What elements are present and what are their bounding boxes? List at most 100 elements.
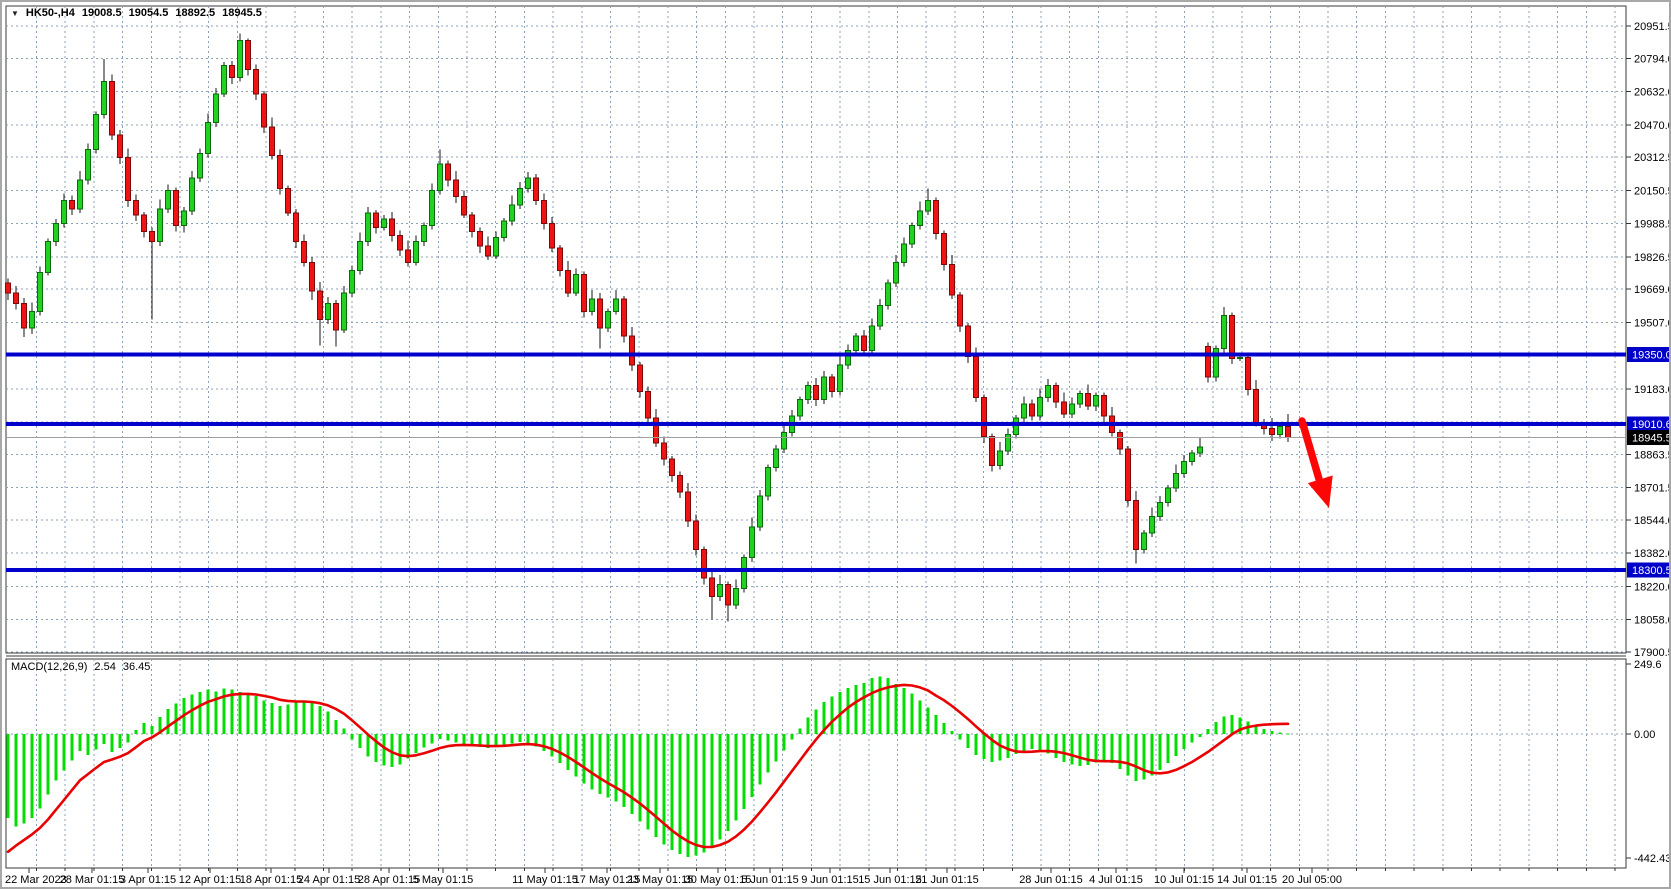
price-tick-label: 19669.0 xyxy=(1634,284,1671,296)
candle-body xyxy=(1102,396,1107,417)
time-tick-label: 28 Jun 01:15 xyxy=(1019,874,1083,886)
time-tick-label: 20 Jul 05:00 xyxy=(1282,874,1342,886)
candle-body xyxy=(1070,404,1075,414)
candle-body xyxy=(174,190,179,225)
candle-body xyxy=(550,223,555,248)
ohlc-high: 19054.5 xyxy=(129,7,169,19)
time-tick-label: 10 Jul 01:15 xyxy=(1154,874,1214,886)
time-tick-label: 12 Apr 01:15 xyxy=(179,874,241,886)
candle-body xyxy=(1254,389,1259,422)
candle-body xyxy=(446,164,451,180)
time-tick-label: 5 May 01:15 xyxy=(413,874,474,886)
price-tick-label: 18382.0 xyxy=(1634,548,1671,560)
candle-body xyxy=(838,365,843,392)
candle-body xyxy=(150,231,155,241)
candle-body xyxy=(678,476,683,492)
candle-body xyxy=(734,588,739,604)
candle-body xyxy=(470,215,475,231)
candle-body xyxy=(902,244,907,262)
price-flag: 18945.5 xyxy=(1627,430,1671,445)
candle-body xyxy=(1006,435,1011,451)
candle-body xyxy=(966,326,971,357)
candle-body xyxy=(886,283,891,306)
candle-body xyxy=(246,41,251,70)
price-tick-label: 18220.0 xyxy=(1634,581,1671,593)
candle-body xyxy=(702,550,707,579)
candle-body xyxy=(358,242,363,271)
candle-body xyxy=(558,248,563,271)
price-tick-label: 19988.5 xyxy=(1634,219,1671,231)
candle-body xyxy=(750,527,755,558)
candle-body xyxy=(662,443,667,459)
candle-body xyxy=(374,213,379,227)
price-tick-label: 20794.0 xyxy=(1634,53,1671,65)
time-tick-label: 9 Jun 01:15 xyxy=(801,874,859,886)
time-tick-label: 3 Apr 01:15 xyxy=(120,874,176,886)
price-tick-label: 17900.5 xyxy=(1634,647,1671,659)
candle-body xyxy=(294,213,299,242)
candle-body xyxy=(398,236,403,250)
time-axis[interactable]: 22 Mar 202328 Mar 01:153 Apr 01:1512 Apr… xyxy=(2,868,1671,889)
candle-body xyxy=(710,578,715,596)
candle-body xyxy=(862,336,867,350)
candle-body xyxy=(38,273,43,312)
candle-body xyxy=(118,135,123,158)
svg-text:18300.5: 18300.5 xyxy=(1632,565,1671,577)
candle-body xyxy=(582,275,587,312)
candle-body xyxy=(230,65,235,77)
candle-body xyxy=(606,312,611,328)
candle-body xyxy=(270,127,275,156)
candlestick-chart-canvas[interactable]: 20951.520794.020632.020470.020312.520150… xyxy=(2,2,1671,889)
candle-body xyxy=(622,299,627,336)
ohlc-close: 18945.5 xyxy=(222,7,262,19)
candle-body xyxy=(262,94,267,127)
candle-body xyxy=(686,492,691,521)
candle-body xyxy=(222,65,227,94)
candle-body xyxy=(110,82,115,135)
time-tick-label: 15 Jun 01:15 xyxy=(858,874,922,886)
candle-body xyxy=(518,188,523,204)
mt4-chart-window: 20951.520794.020632.020470.020312.520150… xyxy=(0,0,1671,889)
candle-body xyxy=(310,262,315,291)
time-tick-label: 28 Mar 01:15 xyxy=(60,874,125,886)
ohlc-open: 19008.5 xyxy=(82,7,122,19)
macd-signal-value: 36.45 xyxy=(123,661,151,673)
candle-body xyxy=(102,82,107,115)
candle-body xyxy=(206,123,211,154)
candle-body xyxy=(806,385,811,399)
candle-body xyxy=(1222,316,1227,349)
macd-axis[interactable]: 249.60.00-442.43 xyxy=(1626,659,1671,868)
chart-expand-icon[interactable]: ▼ xyxy=(11,9,19,18)
candle-body xyxy=(1118,433,1123,449)
candle-body xyxy=(30,312,35,328)
candle-body xyxy=(198,154,203,179)
candle-body xyxy=(334,303,339,330)
candle-body xyxy=(1150,517,1155,533)
macd-tick-label: 249.6 xyxy=(1634,659,1662,671)
time-tick-label: 28 Apr 01:15 xyxy=(358,874,420,886)
candle-body xyxy=(990,437,995,466)
time-tick-label: 21 Jun 01:15 xyxy=(915,874,979,886)
price-flag: 19010.6 xyxy=(1627,417,1671,432)
candle-body xyxy=(950,264,955,295)
candle-body xyxy=(694,521,699,550)
candle-body xyxy=(942,234,947,265)
candle-body xyxy=(670,459,675,475)
time-tick-label: 24 Apr 01:15 xyxy=(298,874,360,886)
candle-body xyxy=(462,197,467,215)
candle-body xyxy=(782,433,787,449)
candle-body xyxy=(766,467,771,496)
price-tick-label: 20632.0 xyxy=(1634,87,1671,99)
candle-body xyxy=(366,213,371,242)
price-axis[interactable]: 20951.520794.020632.020470.020312.520150… xyxy=(1626,2,1671,659)
time-tick-label: 4 Jul 01:15 xyxy=(1089,874,1143,886)
candle-body xyxy=(998,451,1003,465)
candle-body xyxy=(590,299,595,311)
macd-name: MACD(12,26,9) xyxy=(11,661,87,673)
candle-body xyxy=(406,250,411,262)
candle-body xyxy=(1270,428,1275,434)
candle-body xyxy=(134,201,139,215)
candle-body xyxy=(910,225,915,243)
candle-body xyxy=(286,188,291,213)
price-tick-label: 20470.0 xyxy=(1634,120,1671,132)
